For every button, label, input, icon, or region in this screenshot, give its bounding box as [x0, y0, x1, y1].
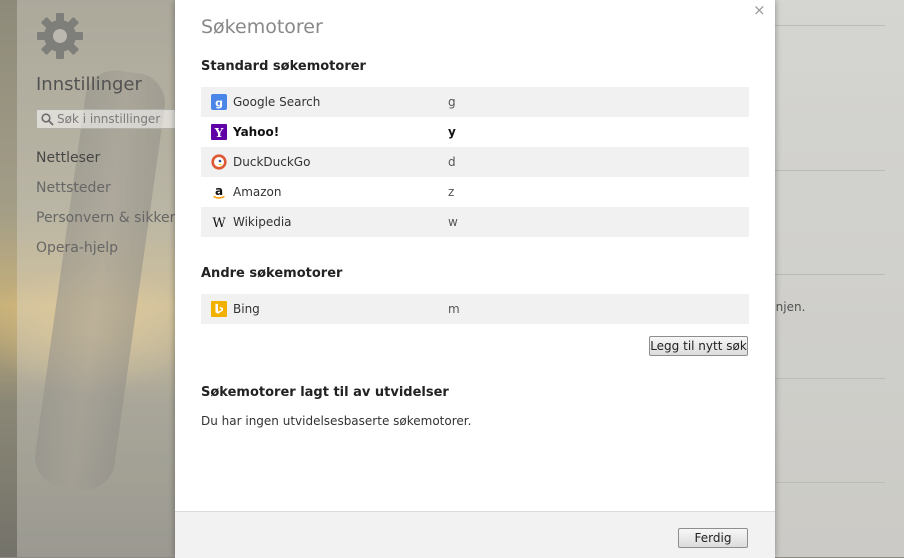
svg-text:a: a [215, 184, 223, 198]
engine-row[interactable]: Y Yahoo! y [201, 117, 749, 147]
search-engines-dialog: Søkemotorer × Standard søkemotorer g Goo… [175, 0, 775, 558]
done-button[interactable]: Ferdig [678, 528, 748, 548]
engine-row[interactable]: Bing m [201, 294, 749, 324]
bing-icon [211, 301, 227, 317]
engine-keyword: d [448, 155, 456, 169]
engine-keyword: y [448, 125, 456, 139]
engine-row[interactable]: g Google Search g [201, 87, 749, 117]
svg-text:W: W [212, 216, 226, 230]
engine-name: Bing [233, 302, 260, 316]
other-engines-heading: Andre søkemotorer [201, 266, 343, 281]
svg-text:Y: Y [214, 126, 224, 140]
extensions-note: Du har ingen utvidelsesbaserte søkemotor… [201, 414, 472, 428]
extensions-heading: Søkemotorer lagt til av utvidelser [201, 385, 449, 400]
engine-name: Yahoo! [233, 125, 280, 139]
engine-keyword: w [448, 215, 458, 229]
standard-engines-heading: Standard søkemotorer [201, 59, 366, 74]
google-icon: g [211, 94, 227, 110]
wikipedia-icon: W [212, 216, 226, 230]
close-icon[interactable]: × [753, 1, 766, 19]
engine-row[interactable]: DuckDuckGo d [201, 147, 749, 177]
engine-keyword: m [448, 302, 460, 316]
amazon-icon: a [213, 184, 225, 199]
add-search-button[interactable]: Legg til nytt søk [649, 336, 748, 356]
engine-name: DuckDuckGo [233, 155, 311, 169]
dialog-footer: Ferdig [175, 511, 775, 558]
engine-name: Wikipedia [233, 215, 292, 229]
engine-row[interactable]: W Wikipedia w [201, 207, 749, 237]
yahoo-icon: Y [211, 124, 227, 140]
dialog-title: Søkemotorer [201, 16, 323, 38]
standard-engines-list: g Google Search g Y Yahoo! y DuckDuckGo … [201, 87, 749, 237]
svg-text:g: g [215, 97, 223, 110]
engine-row[interactable]: a Amazon z [201, 177, 749, 207]
duckduckgo-icon [211, 154, 227, 170]
engine-name: Amazon [233, 185, 282, 199]
engine-keyword: g [448, 95, 456, 109]
engine-name: Google Search [233, 95, 321, 109]
other-engines-list: Bing m [201, 294, 749, 324]
engine-keyword: z [448, 185, 455, 199]
